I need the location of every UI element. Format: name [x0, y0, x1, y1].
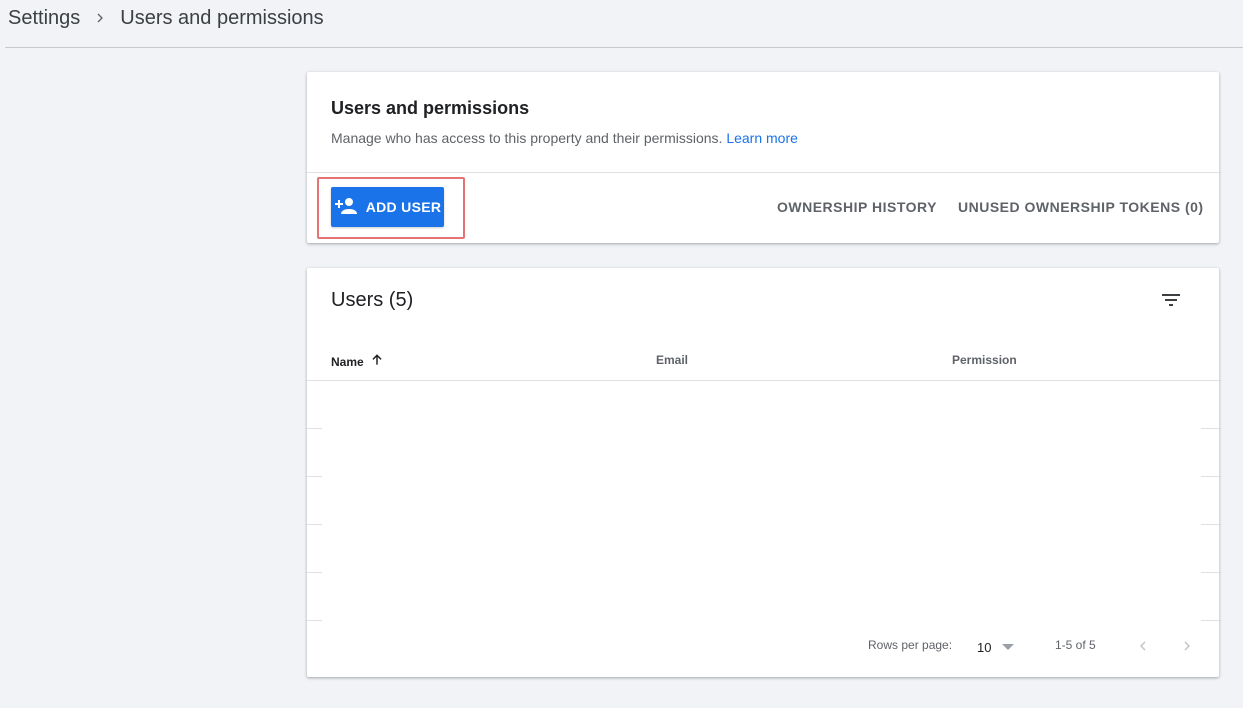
chevron-right-icon: [80, 10, 120, 26]
unused-ownership-tokens-button[interactable]: UNUSED OWNERSHIP TOKENS (0): [958, 199, 1204, 215]
table-row: [1201, 620, 1219, 621]
breadcrumb-current-page: Users and permissions: [120, 6, 324, 29]
rows-per-page-select[interactable]: 10: [977, 640, 1015, 655]
users-card: Users (5) Name Email Permission Rows per…: [307, 268, 1219, 677]
users-title: Users (5): [331, 289, 414, 311]
page-range: 1-5 of 5: [1055, 638, 1096, 652]
add-user-button[interactable]: ADD USER: [331, 187, 444, 227]
table-row: [307, 428, 322, 429]
filter-icon[interactable]: [1159, 288, 1183, 312]
chevron-right-icon: [1179, 638, 1195, 659]
column-header-name[interactable]: Name: [331, 353, 384, 370]
column-header-permission[interactable]: Permission: [952, 353, 1017, 367]
table-row: [307, 524, 322, 525]
column-header-email[interactable]: Email: [656, 353, 688, 367]
permissions-description-text: Manage who has access to this property a…: [331, 130, 723, 146]
table-row: [1201, 572, 1219, 573]
ownership-history-button[interactable]: OWNERSHIP HISTORY: [777, 199, 937, 215]
breadcrumb-settings-link[interactable]: Settings: [8, 7, 80, 30]
breadcrumb: Settings Users and permissions: [8, 5, 324, 31]
column-name-label: Name: [331, 354, 364, 369]
chevron-left-icon: [1135, 638, 1151, 659]
table-header-divider: [307, 380, 1219, 381]
table-row: [307, 476, 322, 477]
table-row: [307, 620, 322, 621]
permissions-description: Manage who has access to this property a…: [331, 130, 798, 146]
permissions-card: Users and permissions Manage who has acc…: [307, 72, 1219, 243]
table-row: [1201, 428, 1219, 429]
permissions-divider: [307, 172, 1219, 173]
permissions-title: Users and permissions: [331, 98, 530, 118]
table-row: [307, 572, 322, 573]
next-page-button[interactable]: [1175, 636, 1199, 660]
dropdown-arrow-icon: [1001, 640, 1015, 655]
rows-per-page-value: 10: [977, 640, 992, 655]
header-divider: [5, 47, 1243, 48]
learn-more-link[interactable]: Learn more: [726, 130, 798, 146]
table-row: [1201, 524, 1219, 525]
rows-per-page-label: Rows per page:: [868, 638, 953, 652]
previous-page-button[interactable]: [1131, 636, 1155, 660]
add-user-label: ADD USER: [365, 199, 442, 215]
arrow-up-icon: [370, 353, 384, 370]
person-add-icon: [334, 194, 358, 221]
table-row: [1201, 476, 1219, 477]
